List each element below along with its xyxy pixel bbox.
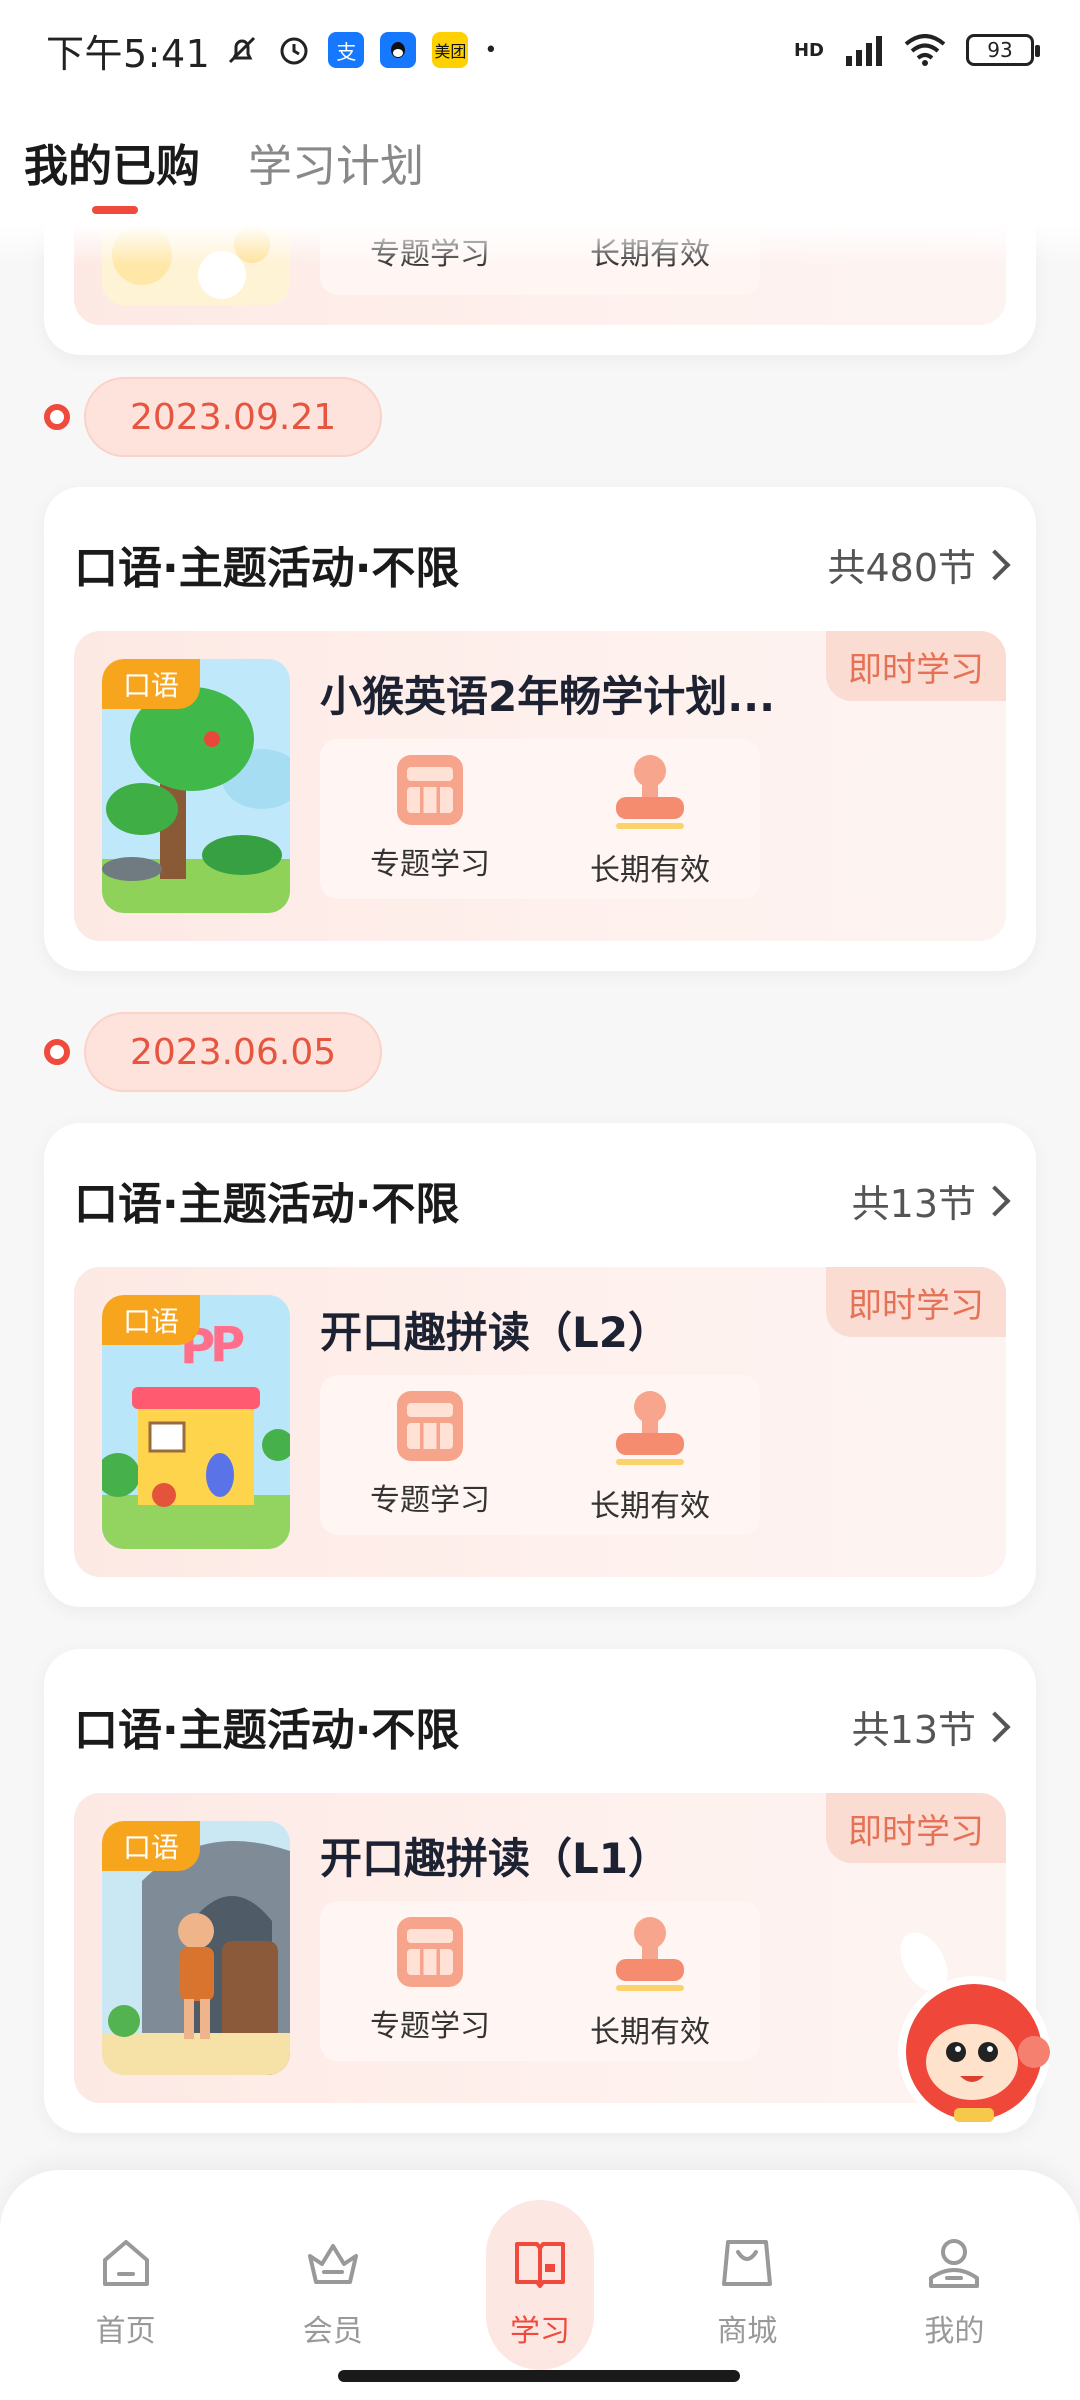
nav-label: 会员	[302, 2314, 363, 2349]
feature-label: 长期有效	[590, 2015, 710, 2050]
course-item[interactable]: 即时学习 口语 小猴英语2年畅学计划... 专题学习 长期有效	[74, 631, 1006, 941]
card-header[interactable]: 口语·主题活动·不限 共480节	[44, 487, 1036, 603]
battery-level: 93	[987, 38, 1013, 62]
battery-indicator: 93	[966, 34, 1040, 66]
date-marker: 2023.06.05	[44, 1012, 383, 1092]
course-card[interactable]: 口语·主题活动·不限 共480节 即时学习 口语 小猴英语2年畅学计划... 专…	[44, 487, 1036, 971]
lesson-count-text: 共13节	[851, 1707, 976, 1752]
feature-label: 专题学习	[370, 847, 490, 882]
course-cover: 口语	[102, 659, 290, 913]
purchase-list[interactable]: 专题学习 长期有效 2023.09.21 口语·主题活动·不限 共480节 即时…	[0, 225, 1080, 2170]
date-pill: 2023.06.05	[84, 1012, 383, 1092]
course-cover: 口语	[102, 1821, 290, 2075]
feature-panel: 专题学习 长期有效	[320, 1375, 760, 1535]
crown-icon	[307, 2244, 358, 2284]
cover-tag: 口语	[102, 1821, 200, 1871]
course-name: 开口趣拼读（L2）	[320, 1308, 670, 1357]
home-icon	[102, 2240, 149, 2286]
feature-label: 专题学习	[370, 2009, 490, 2044]
nav-member[interactable]: 会员	[229, 2190, 436, 2400]
lesson-count[interactable]: 共13节	[851, 1699, 1011, 1754]
profile-icon	[929, 2239, 980, 2288]
instant-learn-button[interactable]: 即时学习	[826, 1793, 1006, 1863]
top-tabs: 我的已购 学习计划	[0, 100, 1080, 225]
stamp-icon	[612, 1391, 688, 1467]
nav-home[interactable]: 首页	[22, 2190, 229, 2400]
feature-label: 长期有效	[590, 853, 710, 888]
status-bar: 下午5:41 支 美团 • HD 93	[0, 0, 1080, 100]
status-time: 下午5:41	[46, 31, 211, 76]
mute-bell-icon	[229, 36, 256, 64]
course-card[interactable]: 口语·主题活动·不限 共13节 即时学习 口语 P P 开口趣拼读（L2） 专题…	[44, 1123, 1036, 1607]
instant-learn-button[interactable]: 即时学习	[826, 1267, 1006, 1337]
feature-validity: 长期有效	[540, 1901, 760, 2061]
feature-panel: 专题学习 长期有效	[320, 739, 760, 899]
stamp-icon	[612, 1917, 688, 1993]
alarm-icon	[280, 37, 308, 65]
wifi-icon	[904, 34, 946, 66]
nav-study[interactable]: 学习	[436, 2190, 643, 2400]
course-item[interactable]: 即时学习 口语 开口趣拼读（L1） 专题学习 长期有效	[74, 1793, 1006, 2103]
feature-label: 长期有效	[590, 1489, 710, 1524]
timeline-dot	[44, 1039, 70, 1065]
date-marker: 2023.09.21	[44, 377, 383, 457]
meituan-icon: 美团	[432, 32, 469, 68]
nav-mall[interactable]: 商城	[644, 2190, 851, 2400]
nav-label: 学习	[510, 2314, 570, 2349]
tab-study-plan[interactable]: 学习计划	[248, 130, 424, 214]
nav-label: 首页	[95, 2314, 156, 2349]
book-icon	[515, 2242, 565, 2288]
network-label: HD	[793, 39, 824, 61]
card-title: 口语·主题活动·不限	[74, 1179, 460, 1230]
card-title: 口语·主题活动·不限	[74, 1705, 460, 1756]
card-header[interactable]: 口语·主题活动·不限 共13节	[44, 1123, 1036, 1239]
lesson-count[interactable]: 共480节	[827, 537, 1011, 592]
home-indicator[interactable]	[338, 2370, 740, 2382]
cover-tag: 口语	[102, 1295, 200, 1345]
calendar-icon	[397, 1917, 463, 1987]
card-header[interactable]: 口语·主题活动·不限 共13节	[44, 1649, 1036, 1765]
course-name: 开口趣拼读（L1）	[320, 1834, 670, 1883]
status-notification-icons: 支 美团 •	[224, 32, 497, 68]
lesson-count-text: 共13节	[851, 1181, 976, 1226]
feature-topic: 专题学习	[320, 1375, 540, 1535]
card-title: 口语·主题活动·不限	[74, 543, 460, 594]
instant-learn-button[interactable]: 即时学习	[826, 631, 1006, 701]
feature-validity: 长期有效	[540, 1375, 760, 1535]
shopping-bag-icon	[722, 2240, 773, 2286]
alipay-icon: 支	[328, 32, 365, 68]
feature-panel: 专题学习 长期有效	[320, 1901, 760, 2061]
course-name: 小猴英语2年畅学计划...	[320, 672, 776, 721]
course-card[interactable]: 口语·主题活动·不限 共13节 即时学习 口语 开口趣拼读（L1） 专题学习 长…	[44, 1649, 1036, 2133]
stamp-icon	[612, 755, 688, 831]
more-dot-icon: •	[484, 37, 498, 63]
feature-topic: 专题学习	[320, 1901, 540, 2061]
cover-tag: 口语	[102, 659, 200, 709]
signal-icon	[846, 36, 882, 66]
feature-validity: 长期有效	[540, 739, 760, 899]
chevron-right-icon	[979, 1185, 1011, 1217]
nav-label: 商城	[717, 2314, 778, 2349]
nav-label: 我的	[924, 2314, 985, 2349]
chevron-right-icon	[979, 549, 1011, 581]
nav-mine[interactable]: 我的	[851, 2190, 1058, 2400]
date-pill: 2023.09.21	[84, 377, 383, 457]
monkey-mascot-button[interactable]	[894, 1912, 1068, 2138]
bottom-nav: 首页 会员 学习 商城 我的	[0, 2170, 1080, 2400]
qq-icon	[380, 32, 417, 68]
course-item[interactable]: 即时学习 口语 P P 开口趣拼读（L2） 专题学习 长期有效	[74, 1267, 1006, 1577]
calendar-icon	[397, 755, 463, 825]
course-cover: 口语 P P	[102, 1295, 290, 1549]
lesson-count[interactable]: 共13节	[851, 1173, 1011, 1228]
feature-topic: 专题学习	[320, 739, 540, 899]
chevron-right-icon	[979, 1711, 1011, 1743]
lesson-count-text: 共480节	[827, 545, 976, 590]
tab-purchased[interactable]: 我的已购	[24, 130, 200, 214]
status-right: HD 93	[793, 34, 1040, 66]
calendar-icon	[397, 1391, 463, 1461]
fade-overlay	[0, 225, 1080, 265]
feature-label: 专题学习	[370, 1483, 490, 1518]
timeline-dot	[44, 404, 70, 430]
svg-text:P: P	[210, 1317, 245, 1373]
